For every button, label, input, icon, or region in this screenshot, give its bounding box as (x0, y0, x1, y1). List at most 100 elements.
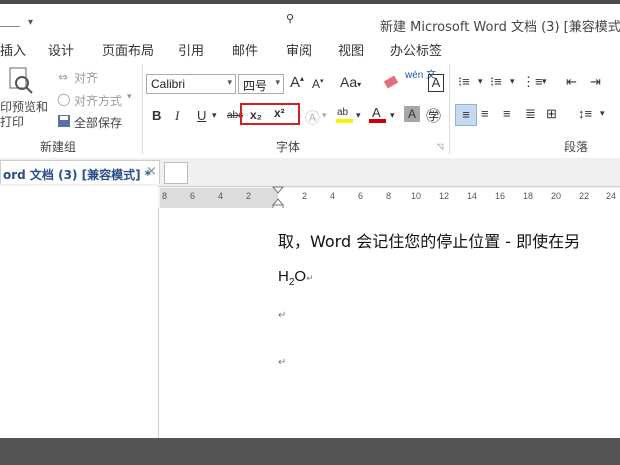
ribbon-separator (449, 64, 450, 154)
font-name-combo[interactable]: Calibri ▾ (146, 74, 236, 94)
text-effects-icon[interactable]: Ⓐ (305, 107, 320, 128)
underline-icon[interactable]: U (197, 108, 206, 123)
shrink-font-icon[interactable]: A▾ (312, 77, 324, 91)
chevron-down-icon[interactable]: ▾ (600, 108, 605, 119)
font-color-icon[interactable]: A (368, 104, 388, 127)
grow-font-icon[interactable]: A▴ (290, 74, 304, 91)
ribbon: 印预览和 打印 ⇔ 对齐 ◯ 对齐方式 ▾ 全部保存 新建组 Calibri ▾ … (0, 60, 620, 159)
ruler-number: 4 (218, 191, 224, 201)
tab-mailings[interactable]: 邮件 (232, 40, 258, 59)
char-shading-icon[interactable]: A (404, 106, 420, 122)
tab-references[interactable]: 引用 (178, 40, 204, 59)
bullets-icon[interactable]: ⁝≡ (458, 74, 470, 90)
chevron-down-icon[interactable]: ▾ (510, 76, 515, 87)
left-pane (0, 186, 158, 438)
quick-access-toolbar[interactable] (0, 12, 20, 27)
italic-icon[interactable]: I (175, 108, 179, 124)
font-size-combo[interactable]: 四号 ▾ (238, 74, 284, 94)
increase-indent-icon[interactable]: ⇥ (590, 74, 601, 90)
ribbon-separator (142, 64, 143, 154)
subscript-superscript-highlight-box (240, 103, 300, 125)
ruler-number: 2 (302, 191, 308, 201)
search-icon[interactable]: ⚲ (286, 12, 294, 25)
align-mode-icon: ◯ (57, 92, 71, 106)
svg-text:A: A (372, 105, 381, 120)
ribbon-tabs: 插入 设计 页面布局 引用 邮件 审阅 视图 办公标签 (0, 38, 620, 60)
formula-h: H (278, 268, 289, 285)
group-label-font: 字体 (276, 140, 301, 154)
chevron-down-icon[interactable]: ▾ (390, 110, 395, 121)
chevron-down-icon: ▾ (275, 77, 280, 87)
numbering-icon[interactable]: ⁝≡ (490, 74, 502, 90)
status-bar (0, 438, 620, 465)
ruler-number: 6 (190, 191, 196, 201)
align-right-icon[interactable]: ≡ (503, 106, 511, 121)
group-label-newbuild: 新建组 (40, 140, 77, 154)
ruler-number: 12 (439, 191, 450, 201)
align-mode-button[interactable]: 对齐方式 (74, 92, 122, 109)
font-name-value: Calibri (151, 77, 186, 91)
paragraph-mark-icon: ↵ (278, 357, 287, 368)
formula-o: O (294, 268, 307, 285)
align-button[interactable]: 对齐 (74, 69, 98, 86)
svg-text:ab: ab (337, 107, 349, 118)
h2o-formula[interactable]: H2O↵ (278, 268, 314, 288)
quick-access-dropdown-icon[interactable]: ▾ (28, 17, 33, 28)
title-bar: ▾ ⚲ 新建 Microsoft Word 文档 (3) [兼容模式] - (0, 4, 620, 38)
highlight-icon[interactable]: ab (335, 104, 355, 127)
chevron-down-icon[interactable]: ▾ (322, 110, 327, 121)
ruler-number: 6 (358, 191, 364, 201)
print-preview-button[interactable]: 印预览和 打印 (0, 100, 48, 130)
align-mode-dropdown-icon[interactable]: ▾ (127, 92, 132, 102)
ruler-number: 20 (551, 191, 562, 201)
paragraph-mark-icon: ↵ (306, 273, 314, 283)
close-icon[interactable]: × (146, 164, 157, 179)
ruler-number: 10 (411, 191, 422, 201)
tab-review[interactable]: 审阅 (286, 40, 312, 59)
tab-design[interactable]: 设计 (48, 40, 74, 59)
document-text-line[interactable]: 取，Word 会记住您的停止位置 - 即使在另 (278, 228, 580, 252)
tab-insert[interactable]: 插入 (0, 40, 26, 59)
ruler-number: 24 (606, 191, 617, 201)
chevron-down-icon[interactable]: ▾ (356, 110, 361, 121)
clear-format-icon[interactable] (382, 74, 400, 93)
ruler-number: 2 (246, 191, 252, 201)
distributed-icon[interactable]: ⊞ (546, 106, 557, 122)
chevron-down-icon[interactable]: ▾ (478, 76, 483, 87)
multilevel-list-icon[interactable]: ⋮≡ (522, 74, 543, 90)
print-preview-icon (6, 66, 34, 94)
tab-page-layout[interactable]: 页面布局 (102, 40, 154, 59)
group-label-paragraph: 段落 (564, 140, 589, 154)
align-icon: ⇔ (58, 70, 69, 84)
ruler-number: 16 (495, 191, 506, 201)
chevron-down-icon[interactable]: ▾ (212, 110, 217, 121)
document-tab-title: ord 文档 (3) [兼容模式] * (3, 168, 152, 182)
ruler-number: 8 (386, 191, 392, 201)
align-center-icon[interactable]: ≡ (481, 106, 489, 121)
ruler-number: 4 (330, 191, 336, 201)
ruler-number: 22 (579, 191, 590, 201)
ruler-number: 14 (467, 191, 478, 201)
tab-view[interactable]: 视图 (338, 40, 364, 59)
chevron-down-icon[interactable]: ▾ (542, 76, 547, 87)
line-spacing-icon[interactable]: ↕≡ (578, 106, 592, 121)
justify-icon[interactable]: ≣ (525, 106, 536, 122)
bold-icon[interactable]: B (152, 108, 161, 123)
font-size-value: 四号 (243, 79, 268, 93)
align-left-icon[interactable]: ≡ (455, 104, 477, 126)
ruler-number: 18 (523, 191, 534, 201)
window-title: 新建 Microsoft Word 文档 (3) [兼容模式] - (380, 20, 620, 35)
chevron-down-icon: ▾ (227, 77, 232, 87)
enclose-char-icon[interactable]: ㊫ (426, 105, 441, 126)
tab-office-tab[interactable]: 办公标签 (390, 40, 442, 59)
new-tab-button[interactable] (164, 162, 188, 184)
save-all-button[interactable]: 全部保存 (74, 114, 122, 131)
document-tab[interactable]: ord 文档 (3) [兼容模式] * × (0, 160, 160, 184)
ruler-number: 8 (162, 191, 168, 201)
font-dialog-launcher-icon[interactable]: ◹ (437, 142, 443, 151)
save-all-icon (57, 114, 71, 131)
paragraph-mark-icon: ↵ (278, 310, 287, 321)
decrease-indent-icon[interactable]: ⇤ (566, 74, 577, 90)
char-border-icon[interactable]: A (428, 74, 444, 92)
change-case-icon[interactable]: Aa▾ (340, 74, 361, 90)
